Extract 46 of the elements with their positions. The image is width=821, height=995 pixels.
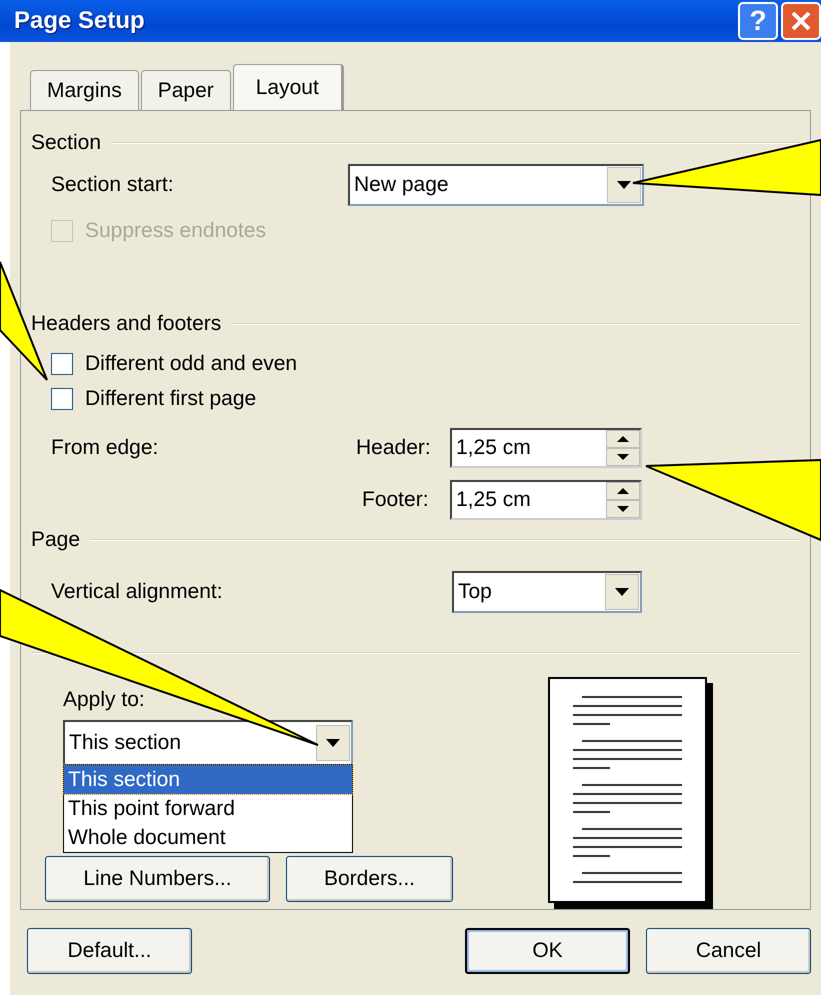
dropdown-field[interactable]: This section xyxy=(63,720,353,766)
tab[interactable]: Paper xyxy=(140,70,231,110)
spin-value: 1,25 cm xyxy=(455,436,532,460)
field-label: Apply to: xyxy=(63,688,145,712)
checkbox-label: Suppress endnotes xyxy=(85,218,266,242)
spin-field[interactable]: 1,25 cm xyxy=(450,480,642,520)
field-label: From edge: xyxy=(51,436,160,460)
spin-up-icon[interactable] xyxy=(606,482,640,500)
close-button[interactable] xyxy=(781,2,821,40)
spin-up-icon[interactable] xyxy=(606,430,640,448)
checkbox-label: Different first page xyxy=(85,386,256,410)
dropdown-option[interactable]: This section xyxy=(64,765,352,794)
dropdown-option[interactable]: This point forward xyxy=(64,794,352,823)
help-button[interactable]: ? xyxy=(738,2,778,40)
dropdown-option[interactable]: Whole document xyxy=(64,823,352,852)
dialog-button[interactable]: Borders... xyxy=(286,856,453,902)
dropdown-arrow-icon xyxy=(326,739,340,747)
tab[interactable]: Margins xyxy=(30,70,139,110)
spin-field[interactable]: 1,25 cm xyxy=(450,428,642,468)
window-title: Page Setup xyxy=(14,7,146,35)
dropdown-value: This section xyxy=(68,731,182,755)
group-heading: Section xyxy=(31,131,102,155)
checkbox-label: Different odd and even xyxy=(85,352,298,376)
dropdown-field[interactable]: Top xyxy=(452,571,642,613)
dropdown-value: Top xyxy=(457,580,493,604)
close-icon xyxy=(790,10,812,32)
field-label: Section start: xyxy=(51,173,175,197)
dialog-button[interactable]: Cancel xyxy=(646,928,811,974)
dropdown-arrow-icon xyxy=(617,181,631,189)
checkbox[interactable] xyxy=(51,388,73,410)
field-label: Footer: xyxy=(362,488,430,512)
group-heading: Page xyxy=(31,528,80,552)
tab[interactable]: Layout xyxy=(232,64,344,110)
dropdown-arrow-icon xyxy=(615,588,629,596)
dialog-button[interactable]: OK xyxy=(465,928,630,974)
dropdown-value: New page xyxy=(353,173,450,197)
dropdown-field[interactable]: New page xyxy=(348,164,644,206)
dialog-button[interactable]: Default... xyxy=(27,928,192,974)
spin-down-icon[interactable] xyxy=(606,448,640,466)
dialog-button[interactable]: Line Numbers... xyxy=(45,856,270,902)
spin-down-icon[interactable] xyxy=(606,500,640,518)
spin-value: 1,25 cm xyxy=(455,488,532,512)
field-label: Vertical alignment: xyxy=(51,580,224,604)
field-label: Header: xyxy=(356,436,432,460)
checkbox[interactable] xyxy=(51,352,73,374)
group-heading: Headers and footers xyxy=(31,312,222,336)
